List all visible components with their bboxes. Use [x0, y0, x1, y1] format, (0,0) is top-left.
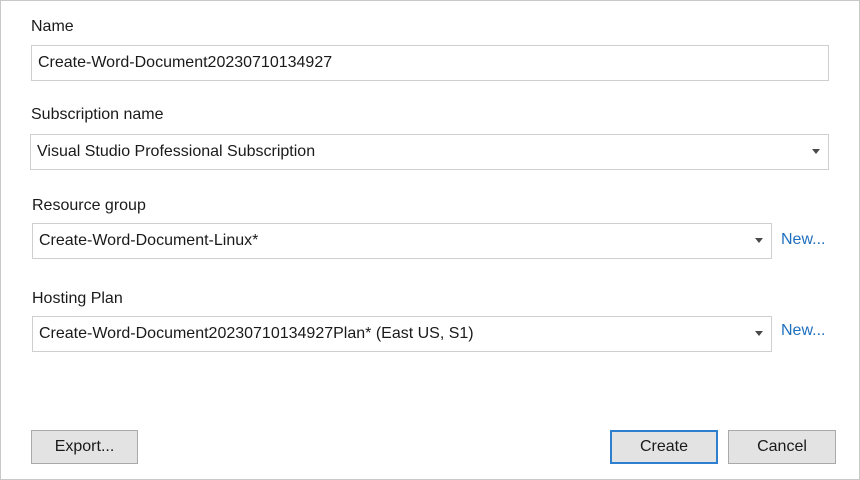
- name-input[interactable]: Create-Word-Document20230710134927: [31, 45, 829, 81]
- subscription-label: Subscription name: [31, 106, 164, 123]
- subscription-select[interactable]: Visual Studio Professional Subscription: [30, 134, 829, 170]
- hosting-plan-select[interactable]: Create-Word-Document20230710134927Plan* …: [32, 316, 772, 352]
- export-button[interactable]: Export...: [31, 430, 138, 464]
- subscription-select-value: Visual Studio Professional Subscription: [37, 143, 316, 160]
- chevron-down-icon: [812, 149, 820, 154]
- new-resource-group-link[interactable]: New...: [781, 230, 825, 250]
- cancel-button[interactable]: Cancel: [728, 430, 836, 464]
- create-button[interactable]: Create: [610, 430, 718, 464]
- chevron-down-icon: [755, 238, 763, 243]
- resource-group-select-value: Create-Word-Document-Linux*: [39, 232, 259, 249]
- resource-group-select[interactable]: Create-Word-Document-Linux*: [32, 223, 772, 259]
- hosting-plan-select-value: Create-Word-Document20230710134927Plan* …: [39, 325, 474, 342]
- new-hosting-plan-link[interactable]: New...: [781, 321, 825, 341]
- resource-group-label: Resource group: [32, 197, 146, 214]
- name-input-value: Create-Word-Document20230710134927: [38, 54, 333, 71]
- publish-dialog: Name Create-Word-Document20230710134927 …: [0, 0, 860, 480]
- hosting-plan-label: Hosting Plan: [32, 290, 123, 307]
- chevron-down-icon: [755, 331, 763, 336]
- name-label: Name: [31, 18, 74, 35]
